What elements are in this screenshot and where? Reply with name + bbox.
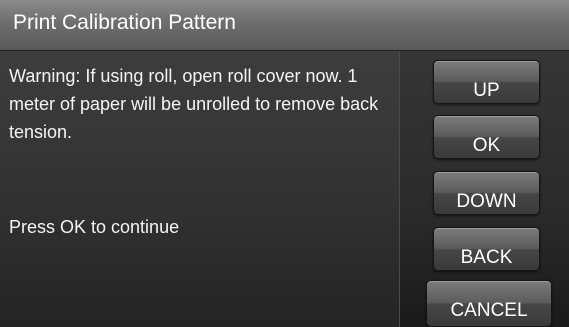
down-button[interactable]: DOWN bbox=[433, 171, 540, 215]
up-button[interactable]: UP bbox=[433, 60, 540, 104]
up-button-label: UP bbox=[473, 80, 500, 101]
ok-button[interactable]: OK bbox=[433, 115, 540, 159]
title-bar: Print Calibration Pattern bbox=[0, 0, 569, 51]
back-button[interactable]: BACK bbox=[433, 227, 540, 271]
button-panel: UP OK DOWN BACK CANCEL bbox=[400, 51, 569, 327]
warning-message: Warning: If using roll, open roll cover … bbox=[9, 66, 379, 142]
screen-title: Print Calibration Pattern bbox=[13, 11, 236, 34]
printer-control-panel-screen: Print Calibration Pattern Warning: If us… bbox=[0, 0, 569, 327]
message-panel: Warning: If using roll, open roll cover … bbox=[0, 51, 400, 327]
cancel-button-label: CANCEL bbox=[450, 300, 528, 321]
down-button-label: DOWN bbox=[456, 191, 517, 212]
ok-button-label: OK bbox=[472, 135, 501, 156]
continue-prompt: Press OK to continue bbox=[9, 217, 180, 237]
back-button-label: BACK bbox=[460, 247, 513, 268]
cancel-button[interactable]: CANCEL bbox=[426, 280, 552, 327]
